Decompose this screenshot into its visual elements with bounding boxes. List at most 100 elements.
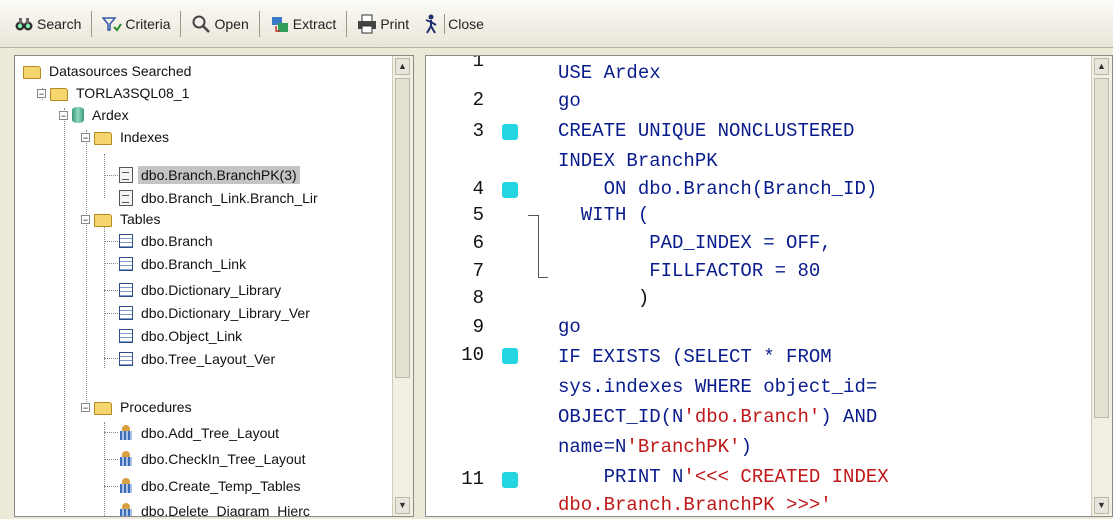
folder-open-icon <box>94 213 112 227</box>
tree-node-procedure[interactable]: dbo.Delete_Diagram_Hierc <box>119 500 313 517</box>
tree-node-tables-folder[interactable]: − Tables <box>81 208 163 230</box>
table-icon <box>119 283 133 297</box>
extract-icon <box>270 14 290 34</box>
tree-node-server[interactable]: − TORLA3SQL08_1 <box>37 82 192 104</box>
tree-node-datasources[interactable]: Datasources Searched <box>23 60 194 82</box>
tree-scrollbar[interactable]: ▲ ▼ <box>392 56 413 516</box>
tree-node-label: dbo.Delete_Diagram_Hierc <box>141 503 310 517</box>
tree-node-label: Tables <box>120 211 161 227</box>
line-number: 7 <box>472 260 484 282</box>
tree-node-label: Datasources Searched <box>49 63 192 79</box>
tree-node-database[interactable]: − Ardex <box>59 104 132 126</box>
printer-icon <box>357 14 377 34</box>
code-string: 'dbo.Branch' <box>683 406 821 428</box>
toolbar: Search Criteria Open Extract Print Close <box>0 0 1113 48</box>
scroll-up-arrow-icon[interactable]: ▲ <box>395 58 410 75</box>
line-number: 10 <box>461 344 484 366</box>
code-line: IF EXISTS (SELECT * FROM <box>558 346 832 368</box>
open-button[interactable]: Open <box>185 7 254 41</box>
code-line: FILLFACTOR = 80 <box>558 260 821 282</box>
tree-node-index[interactable]: dbo.Branch.BranchPK(3) <box>119 164 300 186</box>
tree-node-table[interactable]: dbo.Branch <box>119 230 216 252</box>
tree-line <box>104 358 118 359</box>
tree-node-label: Indexes <box>120 129 170 145</box>
collapse-toggle[interactable]: − <box>81 214 90 224</box>
magnifier-icon <box>191 14 211 34</box>
tree-node-label: dbo.CheckIn_Tree_Layout <box>141 451 306 467</box>
tree-node-label: dbo.Create_Temp_Tables <box>141 478 301 494</box>
scrollbar-thumb[interactable] <box>395 78 410 378</box>
tree-node-label: dbo.Object_Link <box>141 328 243 344</box>
code-token: OBJECT_ID(N <box>558 406 684 428</box>
tree-node-table[interactable]: dbo.Object_Link <box>119 325 245 347</box>
code-scrollbar[interactable]: ▲ ▼ <box>1091 56 1112 516</box>
code-line: OBJECT_ID(N'dbo.Branch') AND <box>558 406 877 428</box>
tree-node-label: TORLA3SQL08_1 <box>76 85 190 101</box>
code-line: dbo.Branch.BranchPK >>>' <box>558 494 832 516</box>
tree-node-procedure[interactable]: dbo.Add_Tree_Layout <box>119 422 282 444</box>
collapse-toggle[interactable]: − <box>81 132 90 142</box>
folder-open-icon <box>94 401 112 415</box>
collapse-toggle[interactable]: − <box>37 88 46 98</box>
toolbar-separator <box>444 13 446 34</box>
scroll-up-arrow-icon[interactable]: ▲ <box>1094 58 1109 75</box>
tree-node-label: Ardex <box>92 107 129 123</box>
line-number: 5 <box>472 204 484 226</box>
print-button[interactable]: Print <box>351 7 415 41</box>
tree-node-table[interactable]: dbo.Tree_Layout_Ver <box>119 348 278 370</box>
stored-procedure-icon <box>119 425 133 441</box>
criteria-button[interactable]: Criteria <box>96 7 176 41</box>
tree-node-table[interactable]: dbo.Dictionary_Library_Ver <box>119 302 313 324</box>
table-icon <box>119 257 133 271</box>
tree-line <box>104 486 118 487</box>
tree-line <box>104 175 118 176</box>
tree-node-procedure[interactable]: dbo.CheckIn_Tree_Layout <box>119 448 308 470</box>
open-label: Open <box>214 15 249 32</box>
tree-node-procedures-folder[interactable]: − Procedures <box>81 396 195 418</box>
tree-node-label: dbo.Dictionary_Library_Ver <box>141 305 310 321</box>
change-marker <box>502 348 518 364</box>
code-token: name=N <box>558 436 627 458</box>
code-line: sys.indexes WHERE object_id= <box>558 376 878 398</box>
line-number: 3 <box>472 120 484 142</box>
code-line: USE Ardex <box>558 62 661 84</box>
close-button[interactable]: Close <box>415 7 490 41</box>
criteria-label: Criteria <box>125 15 171 32</box>
tree-line <box>104 241 118 242</box>
collapse-toggle[interactable]: − <box>81 402 90 412</box>
scroll-down-arrow-icon[interactable]: ▼ <box>395 497 410 514</box>
tree-node-label: dbo.Branch <box>141 233 213 249</box>
tree-node-table[interactable]: dbo.Dictionary_Library <box>119 279 284 301</box>
exit-person-icon <box>421 14 441 34</box>
index-icon <box>119 167 133 183</box>
toolbar-separator <box>346 10 348 37</box>
scroll-down-arrow-icon[interactable]: ▼ <box>1094 497 1109 514</box>
tree-node-indexes-folder[interactable]: − Indexes <box>81 126 172 148</box>
collapse-toggle[interactable]: − <box>59 110 68 120</box>
tree-line <box>104 263 118 264</box>
line-number: 9 <box>472 316 484 338</box>
tree-node-label: dbo.Tree_Layout_Ver <box>141 351 276 367</box>
database-icon <box>72 107 84 123</box>
datasource-tree[interactable]: Datasources Searched − TORLA3SQL08_1 − A… <box>14 55 414 517</box>
search-button[interactable]: Search <box>8 7 87 41</box>
sql-code-viewer[interactable]: 1 2 3 4 5 6 7 8 9 10 11 USE Ardex go CRE… <box>425 55 1113 517</box>
stored-procedure-icon <box>119 478 133 494</box>
tree-line <box>104 290 118 291</box>
tree-node-label: dbo.Branch.BranchPK(3) <box>138 166 300 184</box>
tree-node-label: Procedures <box>120 399 192 415</box>
tree-line <box>104 154 105 198</box>
code-string: 'BranchPK' <box>626 436 741 458</box>
scrollbar-thumb[interactable] <box>1094 78 1109 418</box>
search-label: Search <box>37 15 82 32</box>
table-icon <box>119 306 133 320</box>
tree-node-index[interactable]: dbo.Branch_Link.Branch_Lir <box>119 187 321 209</box>
tree-node-table[interactable]: dbo.Branch_Link <box>119 253 249 275</box>
code-line: PAD_INDEX = OFF, <box>558 232 832 254</box>
code-line: CREATE UNIQUE NONCLUSTERED <box>558 120 855 142</box>
tree-node-procedure[interactable]: dbo.Create_Temp_Tables <box>119 475 304 497</box>
line-number: 2 <box>472 89 484 111</box>
filter-criteria-icon <box>101 14 123 34</box>
tree-node-label: dbo.Add_Tree_Layout <box>141 425 280 441</box>
extract-button[interactable]: Extract <box>264 7 343 41</box>
